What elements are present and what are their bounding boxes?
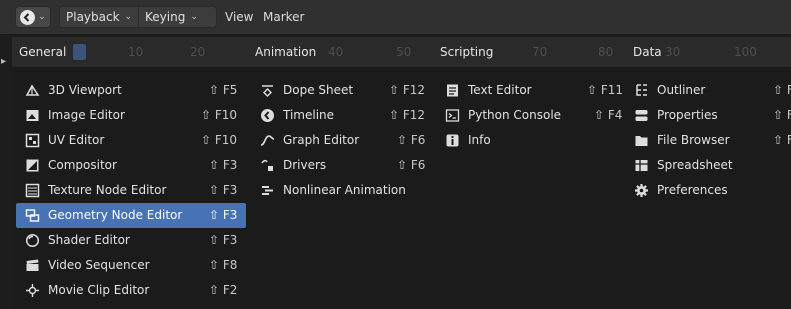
tracker-icon bbox=[25, 283, 40, 298]
column-heading-general: General bbox=[19, 45, 67, 59]
menu-item-movie-clip-editor[interactable]: Movie Clip Editor ⇧ F2 bbox=[16, 278, 246, 303]
menu-item-uv-editor[interactable]: UV Editor ⇧ F10 bbox=[16, 128, 246, 153]
nla-icon bbox=[260, 183, 275, 198]
editor-type-button[interactable]: ⌄ bbox=[15, 6, 51, 28]
marker-menu[interactable]: Marker bbox=[263, 10, 304, 24]
ruler-label: 80 bbox=[598, 45, 614, 59]
clock-icon bbox=[20, 9, 36, 25]
menu-item-text-editor[interactable]: Text Editor ⇧ F11 bbox=[436, 78, 626, 103]
uv-icon bbox=[25, 133, 40, 148]
ruler-label: 70 bbox=[532, 45, 548, 59]
menu-item-timeline[interactable]: Timeline ⇧ F12 bbox=[251, 103, 431, 128]
ruler-label: 10 bbox=[128, 45, 144, 59]
ruler-label: 40 bbox=[328, 45, 344, 59]
outliner-icon bbox=[634, 83, 649, 98]
text-editor-icon bbox=[445, 83, 460, 98]
menu-item-compositor[interactable]: Compositor ⇧ F3 bbox=[16, 153, 246, 178]
chevron-down-icon: ⌄ bbox=[124, 11, 133, 22]
drivers-icon bbox=[260, 158, 275, 173]
view-menu[interactable]: View bbox=[225, 10, 253, 24]
menu-item-file-browser[interactable]: File Browser ⇧ F1 bbox=[625, 128, 791, 153]
header-highlight bbox=[73, 44, 86, 60]
keying-menu[interactable]: Keying ⌄ bbox=[139, 6, 217, 28]
menu-item-3d-viewport[interactable]: 3D Viewport ⇧ F5 bbox=[16, 78, 246, 103]
editor-header: ⌄ Playback ⌄ Keying ⌄ View Marker bbox=[0, 0, 791, 35]
gear-icon bbox=[634, 183, 649, 198]
menu-item-python-console[interactable]: Python Console ⇧ F4 bbox=[436, 103, 626, 128]
menu-header: General 10 20 Animation 40 50 Scripting … bbox=[12, 37, 791, 67]
menu-item-info[interactable]: Info bbox=[436, 128, 626, 153]
ruler-label: 50 bbox=[396, 45, 412, 59]
column-heading-data: Data bbox=[633, 45, 662, 59]
menu-item-dope-sheet[interactable]: Dope Sheet ⇧ F12 bbox=[251, 78, 431, 103]
shader-icon bbox=[25, 233, 40, 248]
keying-label: Keying bbox=[145, 10, 186, 24]
ruler-label: 30 bbox=[665, 45, 681, 59]
column-heading-scripting: Scripting bbox=[440, 45, 494, 59]
image-icon bbox=[25, 108, 40, 123]
spreadsheet-icon bbox=[634, 158, 649, 173]
editor-type-menu: General 10 20 Animation 40 50 Scripting … bbox=[12, 37, 791, 309]
menu-item-graph-editor[interactable]: Graph Editor ⇧ F6 bbox=[251, 128, 431, 153]
chevron-down-icon: ⌄ bbox=[38, 11, 46, 22]
column-heading-animation: Animation bbox=[255, 45, 317, 59]
menu-item-shader-editor[interactable]: Shader Editor ⇧ F3 bbox=[16, 228, 246, 253]
folder-icon bbox=[634, 133, 649, 148]
clapperboard-icon bbox=[25, 258, 40, 273]
menu-item-properties[interactable]: Properties ⇧ F7 bbox=[625, 103, 791, 128]
graph-icon bbox=[260, 133, 275, 148]
info-icon bbox=[445, 133, 460, 148]
clock-icon bbox=[260, 108, 275, 123]
expand-arrow-icon[interactable]: ▸ bbox=[1, 56, 6, 67]
menu-item-geometry-node-editor[interactable]: Geometry Node Editor ⇧ F3 bbox=[16, 203, 246, 228]
viewport-3d-icon bbox=[25, 83, 40, 98]
menu-item-video-sequencer[interactable]: Video Sequencer ⇧ F8 bbox=[16, 253, 246, 278]
properties-icon bbox=[634, 108, 649, 123]
menu-item-drivers[interactable]: Drivers ⇧ F6 bbox=[251, 153, 431, 178]
dope-sheet-icon bbox=[260, 83, 275, 98]
compositor-icon bbox=[25, 158, 40, 173]
menu-item-preferences[interactable]: Preferences bbox=[625, 178, 791, 203]
texture-icon bbox=[25, 183, 40, 198]
playback-menu[interactable]: Playback ⌄ bbox=[59, 6, 139, 28]
menu-item-outliner[interactable]: Outliner ⇧ F9 bbox=[625, 78, 791, 103]
playback-label: Playback bbox=[66, 10, 120, 24]
menu-item-spreadsheet[interactable]: Spreadsheet bbox=[625, 153, 791, 178]
chevron-down-icon: ⌄ bbox=[190, 11, 198, 22]
geometry-nodes-icon bbox=[25, 208, 40, 223]
console-icon bbox=[445, 108, 460, 123]
menu-item-image-editor[interactable]: Image Editor ⇧ F10 bbox=[16, 103, 246, 128]
ruler-label: 100 bbox=[734, 45, 757, 59]
ruler-label: 20 bbox=[190, 45, 206, 59]
menu-item-nonlinear-animation[interactable]: Nonlinear Animation bbox=[251, 178, 431, 203]
menu-item-texture-node-editor[interactable]: Texture Node Editor ⇧ F3 bbox=[16, 178, 246, 203]
